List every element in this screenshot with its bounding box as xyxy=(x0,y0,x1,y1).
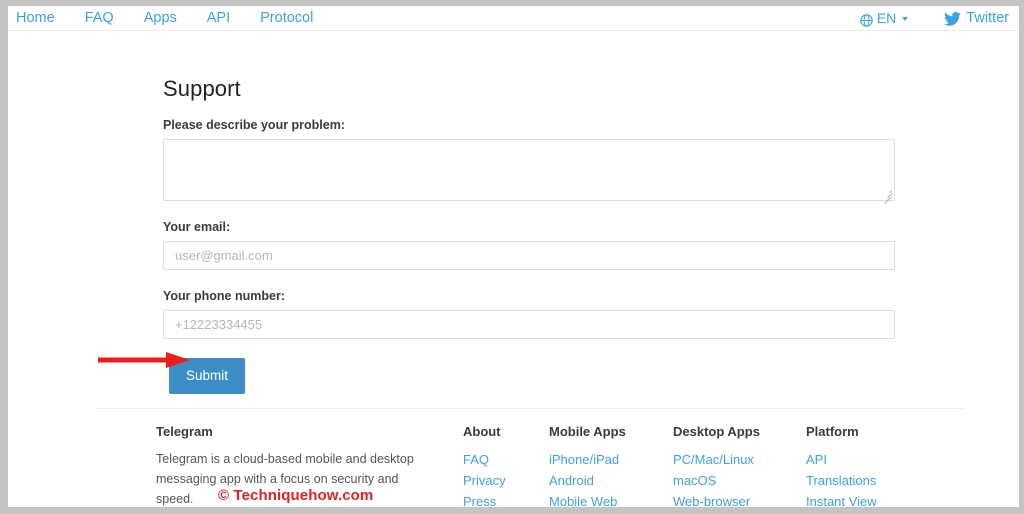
submit-row: Submit xyxy=(163,358,895,394)
nav-links-group: Home FAQ Apps API Protocol xyxy=(16,9,343,27)
footer-link-privacy[interactable]: Privacy xyxy=(463,470,553,491)
twitter-bird-icon xyxy=(944,12,962,26)
nav-link-home[interactable]: Home xyxy=(16,9,55,27)
problem-textarea-wrapper xyxy=(163,139,895,205)
footer-link-mobile-web[interactable]: Mobile Web xyxy=(549,491,674,507)
footer-link-instant-view[interactable]: Instant View xyxy=(806,491,926,507)
footer-divider xyxy=(96,408,964,409)
footer-link-press[interactable]: Press xyxy=(463,491,553,507)
email-field-label: Your email: xyxy=(163,220,231,234)
footer-column-platform: Platform API Translations Instant View xyxy=(806,424,926,507)
problem-field-label: Please describe your problem: xyxy=(163,118,346,132)
nav-link-protocol[interactable]: Protocol xyxy=(260,9,313,27)
footer-column-desktop-apps: Desktop Apps PC/Mac/Linux macOS Web-brow… xyxy=(673,424,808,507)
footer-heading-mobile-apps: Mobile Apps xyxy=(549,424,626,439)
footer-heading-telegram: Telegram xyxy=(156,424,213,439)
problem-textarea[interactable] xyxy=(163,139,895,201)
top-navigation-bar: Home FAQ Apps API Protocol EN Twitter xyxy=(8,6,1019,31)
footer-link-web-browser[interactable]: Web-browser xyxy=(673,491,808,507)
twitter-link[interactable]: Twitter xyxy=(944,9,1009,27)
footer-link-translations[interactable]: Translations xyxy=(806,470,926,491)
footer-link-faq[interactable]: FAQ xyxy=(463,449,553,470)
submit-button[interactable]: Submit xyxy=(169,358,245,394)
footer-heading-desktop-apps: Desktop Apps xyxy=(673,424,760,439)
footer-heading-platform: Platform xyxy=(806,424,859,439)
footer-column-mobile-apps: Mobile Apps iPhone/iPad Android Mobile W… xyxy=(549,424,674,507)
footer-link-iphone-ipad[interactable]: iPhone/iPad xyxy=(549,449,674,470)
globe-icon xyxy=(860,13,873,27)
footer-link-api[interactable]: API xyxy=(806,449,926,470)
telegram-support-page: Home FAQ Apps API Protocol EN Twitter Su… xyxy=(8,6,1019,507)
page-title: Support xyxy=(163,76,241,101)
watermark-techniquehow: © Techniquehow.com xyxy=(218,487,374,504)
nav-link-api[interactable]: API xyxy=(207,9,230,27)
phone-field-label: Your phone number: xyxy=(163,289,285,303)
footer-link-android[interactable]: Android xyxy=(549,470,674,491)
footer-column-about: About FAQ Privacy Press xyxy=(463,424,553,507)
twitter-label: Twitter xyxy=(966,10,1009,26)
support-form-container: Support Please describe your problem: Yo… xyxy=(163,76,895,394)
nav-link-apps[interactable]: Apps xyxy=(144,9,177,27)
nav-right-group: EN Twitter xyxy=(860,9,1009,27)
chevron-down-icon xyxy=(902,17,909,21)
browser-screenshot-frame: Home FAQ Apps API Protocol EN Twitter Su… xyxy=(0,0,1024,514)
footer-link-pc-mac-linux[interactable]: PC/Mac/Linux xyxy=(673,449,808,470)
nav-link-faq[interactable]: FAQ xyxy=(85,9,114,27)
phone-input[interactable] xyxy=(163,310,895,339)
language-switcher[interactable]: EN xyxy=(860,9,909,27)
footer-heading-about: About xyxy=(463,424,501,439)
footer-link-macos[interactable]: macOS xyxy=(673,470,808,491)
language-label: EN xyxy=(876,10,897,26)
email-input[interactable] xyxy=(163,241,895,270)
